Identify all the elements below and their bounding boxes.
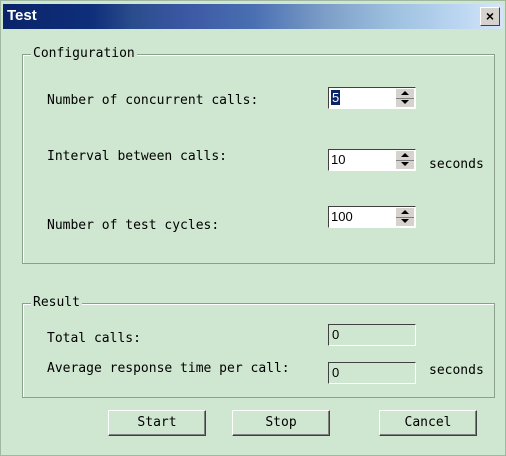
avg-response-field: 0 (328, 362, 416, 384)
avg-response-unit-label: seconds (429, 363, 484, 378)
interval-spin-arrows[interactable] (396, 151, 414, 169)
window-title: Test (7, 7, 37, 24)
test-cycles-label: Number of test cycles: (47, 218, 220, 233)
concurrent-calls-value[interactable]: 5 (331, 90, 341, 105)
interval-label: Interval between calls: (47, 149, 228, 164)
spin-down-arrow-icon[interactable] (396, 217, 414, 226)
concurrent-calls-spin-arrows[interactable] (396, 89, 414, 107)
result-group-title: Result (31, 295, 82, 310)
cancel-button[interactable]: Cancel (379, 410, 477, 436)
total-calls-label: Total calls: (47, 331, 141, 346)
concurrent-calls-label: Number of concurrent calls: (47, 93, 259, 108)
spin-down-arrow-icon[interactable] (396, 160, 414, 169)
title-bar[interactable]: Test × (3, 4, 503, 29)
test-cycles-spin-arrows[interactable] (396, 208, 414, 226)
test-cycles-spinner[interactable]: 100 (328, 206, 416, 228)
configuration-group-title: Configuration (31, 46, 137, 61)
close-button[interactable]: × (480, 7, 500, 26)
test-dialog: Test × Configuration Number of concurren… (0, 0, 506, 456)
concurrent-calls-spinner[interactable]: 5 (328, 87, 416, 109)
result-group: Result (22, 295, 495, 398)
interval-spinner[interactable]: 10 (328, 149, 416, 171)
total-calls-field: 0 (328, 324, 416, 346)
avg-response-label: Average response time per call: (47, 361, 290, 376)
interval-unit-label: seconds (429, 157, 484, 172)
avg-response-value: 0 (332, 365, 340, 380)
spin-down-arrow-icon[interactable] (396, 98, 414, 107)
test-cycles-value[interactable]: 100 (331, 209, 353, 224)
interval-value[interactable]: 10 (331, 152, 345, 167)
stop-button[interactable]: Stop (232, 410, 330, 436)
start-button[interactable]: Start (108, 410, 206, 436)
total-calls-value: 0 (332, 327, 340, 342)
